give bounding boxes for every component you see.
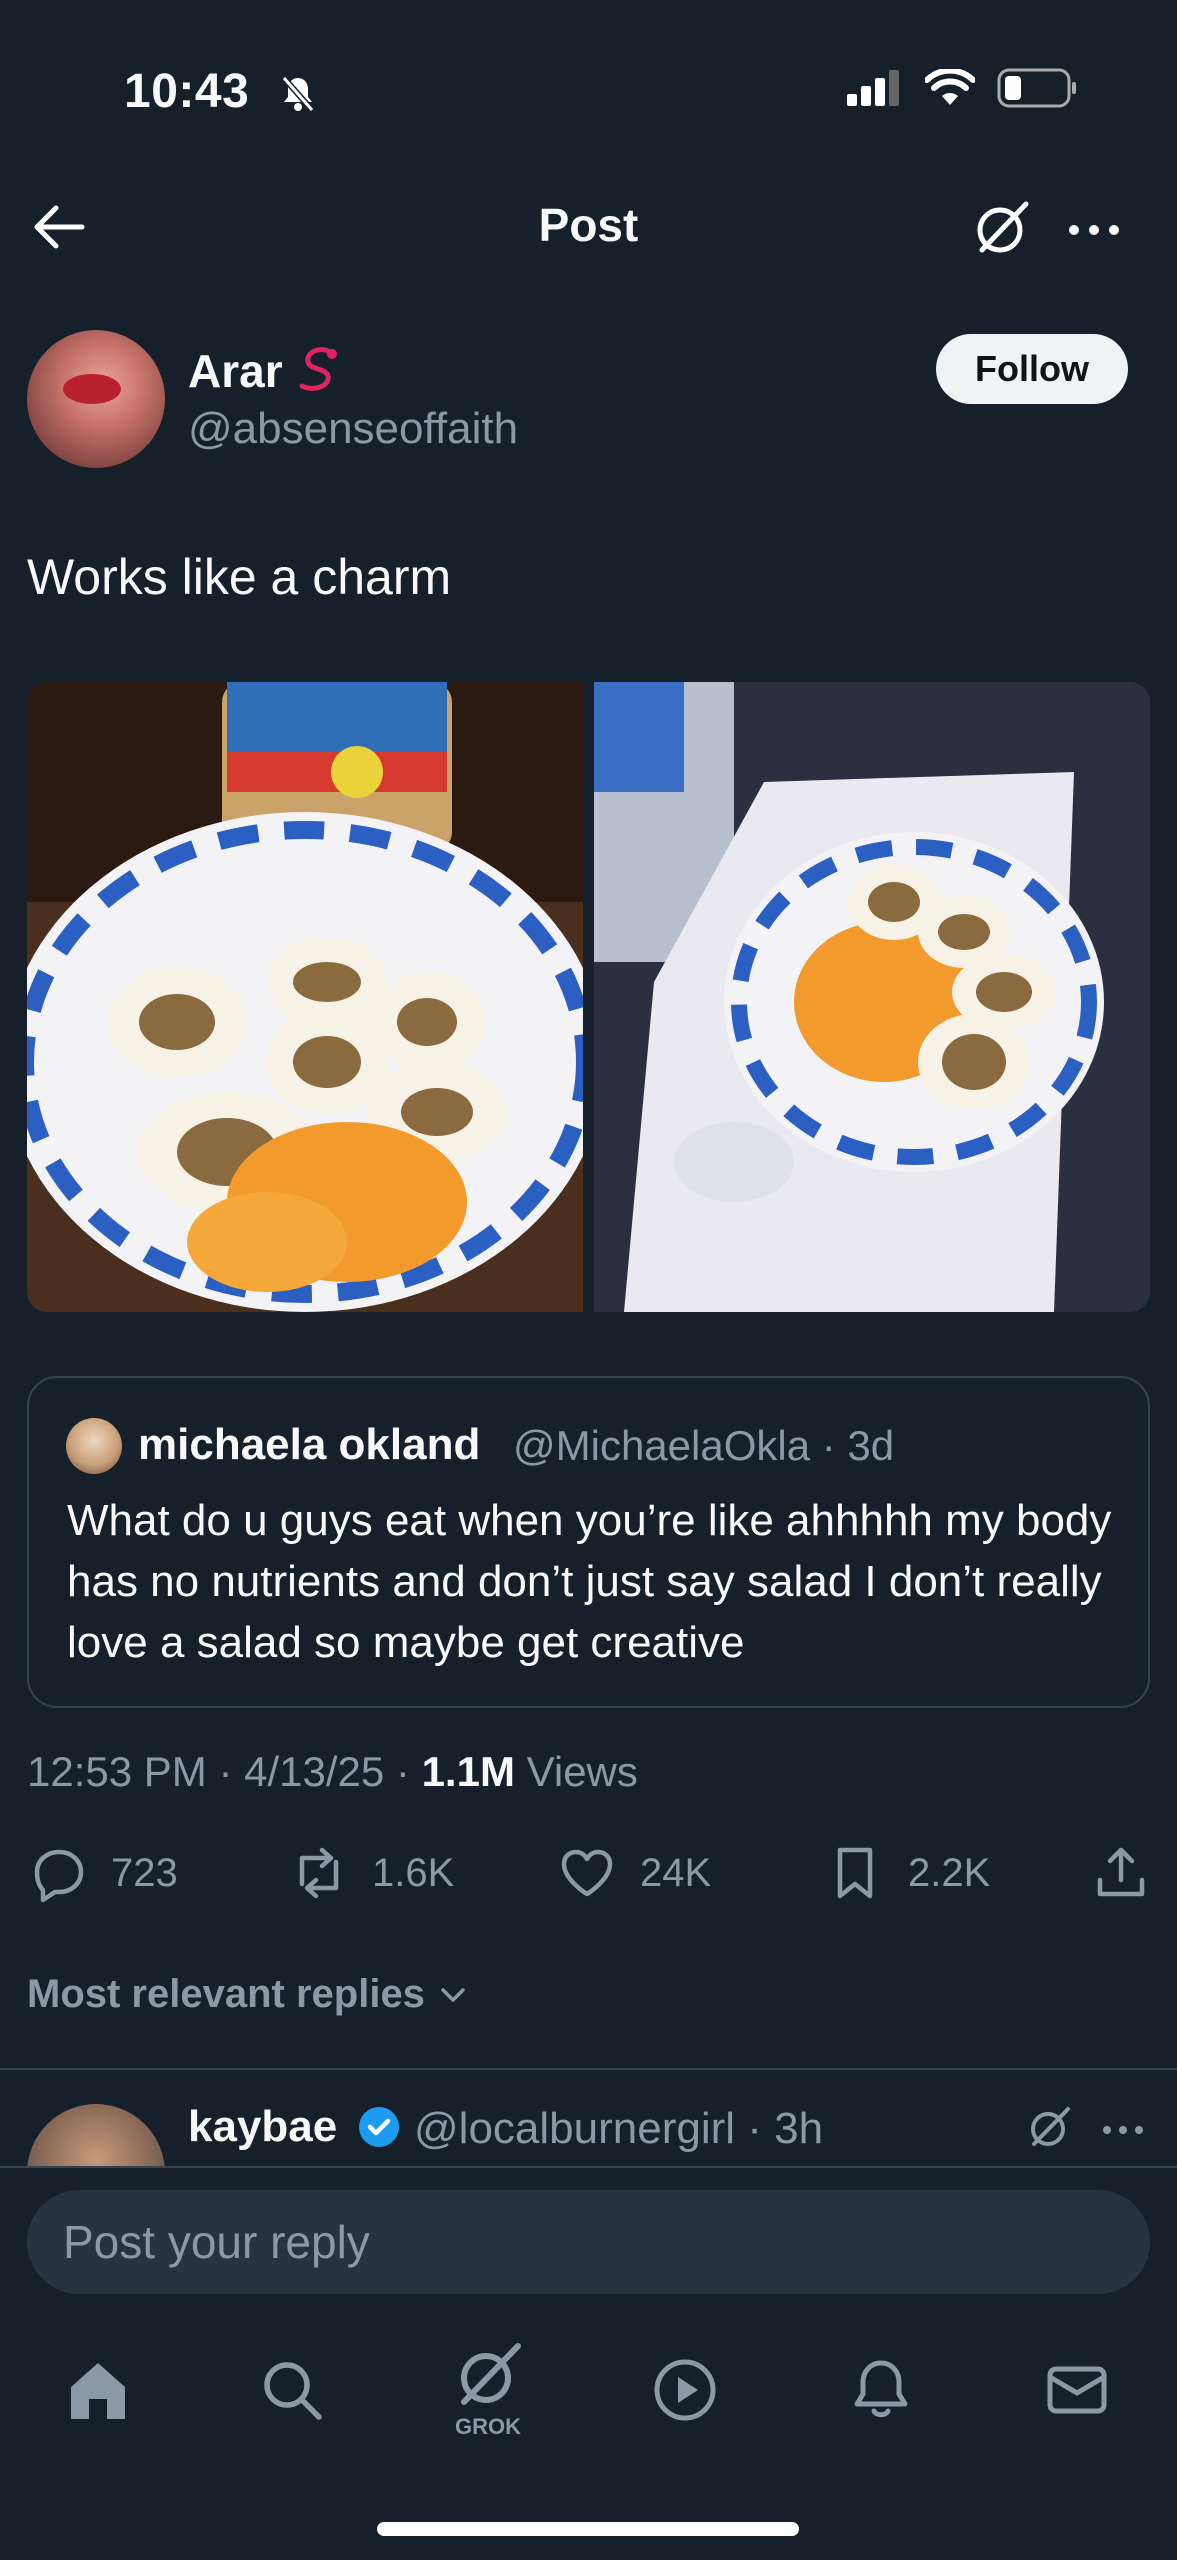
chevron-down-icon: [441, 1987, 465, 2002]
mail-icon: [1047, 2366, 1107, 2414]
home-icon: [71, 2363, 125, 2419]
author-handle[interactable]: @absenseoffaith: [188, 404, 518, 454]
wifi-icon: [925, 69, 975, 105]
bookmark-button[interactable]: 2.2K: [824, 1838, 990, 1908]
repost-count: 1.6K: [372, 1850, 455, 1895]
snake-emoji-icon: [290, 342, 348, 400]
share-icon: [1097, 1847, 1145, 1897]
tab-home[interactable]: [58, 2350, 138, 2430]
verified-badge-icon: [356, 2104, 402, 2150]
status-time: 10:43: [124, 65, 250, 118]
quoted-author-avatar: [66, 1418, 122, 1474]
tab-search[interactable]: [252, 2350, 332, 2430]
post-text: Works like a charm: [27, 549, 452, 605]
reply-input[interactable]: [27, 2190, 1150, 2294]
views-label: Views: [514, 1748, 638, 1795]
repost-icon: [299, 1847, 339, 1899]
tab-video[interactable]: [645, 2350, 725, 2430]
battery-icon: [997, 68, 1076, 108]
share-button[interactable]: [1090, 1838, 1152, 1908]
more-icon: [1069, 225, 1119, 235]
grok-button[interactable]: [970, 196, 1034, 260]
grok-icon: [1031, 2107, 1070, 2146]
reply-author-name[interactable]: kaybae: [188, 2102, 337, 2152]
post-metadata: 12:53 PM · 4/13/25 · 1.1M Views: [27, 1748, 638, 1796]
like-button[interactable]: 24K: [556, 1838, 711, 1908]
like-count: 24K: [640, 1850, 712, 1895]
reply-author-handle[interactable]: @localburnergirl · 3h: [414, 2104, 823, 2154]
post-image-2[interactable]: [594, 682, 1150, 1312]
author-avatar[interactable]: [27, 330, 165, 468]
reply-grok-button[interactable]: [1024, 2102, 1074, 2152]
reply-more-button[interactable]: [1100, 2110, 1146, 2150]
replies-sort-dropdown[interactable]: Most relevant replies: [27, 1972, 471, 2017]
more-icon: [1103, 2126, 1143, 2134]
divider: [0, 2068, 1177, 2070]
tab-grok-label: GROK: [455, 2414, 521, 2439]
author-name[interactable]: Arar: [188, 344, 283, 398]
tab-messages[interactable]: [1037, 2350, 1117, 2430]
quoted-author-name: michaela okland: [138, 1420, 481, 1469]
post-timestamp: 12:53 PM · 4/13/25 ·: [27, 1748, 422, 1795]
bookmark-count: 2.2K: [908, 1850, 991, 1895]
tab-notifications[interactable]: [841, 2350, 921, 2430]
more-options-button[interactable]: [1064, 205, 1124, 255]
quoted-author-handle: @MichaelaOkla · 3d: [513, 1422, 895, 1469]
status-icons: [847, 68, 1077, 108]
heart-icon: [561, 1849, 613, 1897]
silent-mode-icon: [280, 74, 316, 114]
search-icon: [264, 2362, 322, 2420]
signal-icon: [847, 70, 899, 106]
reply-count: 723: [111, 1850, 178, 1895]
repost-button[interactable]: 1.6K: [288, 1838, 454, 1908]
follow-button[interactable]: Follow: [936, 334, 1128, 404]
tab-grok[interactable]: [448, 2336, 528, 2416]
reply-icon: [34, 1849, 84, 1903]
replies-sort-label: Most relevant replies: [27, 1972, 425, 2016]
bell-icon: [854, 2360, 908, 2418]
quoted-post-text: What do u guys eat when you’re like ahhh…: [67, 1496, 1112, 1667]
bookmark-icon: [837, 1847, 873, 1899]
grok-icon: [461, 2343, 521, 2405]
reply-button[interactable]: 723: [27, 1838, 178, 1908]
home-indicator[interactable]: [377, 2522, 799, 2536]
grok-icon: [977, 201, 1029, 253]
reply-author-avatar[interactable]: [27, 2104, 165, 2166]
play-icon: [654, 2359, 716, 2421]
views-count[interactable]: 1.1M: [422, 1748, 515, 1795]
post-image-1[interactable]: [27, 682, 583, 1312]
